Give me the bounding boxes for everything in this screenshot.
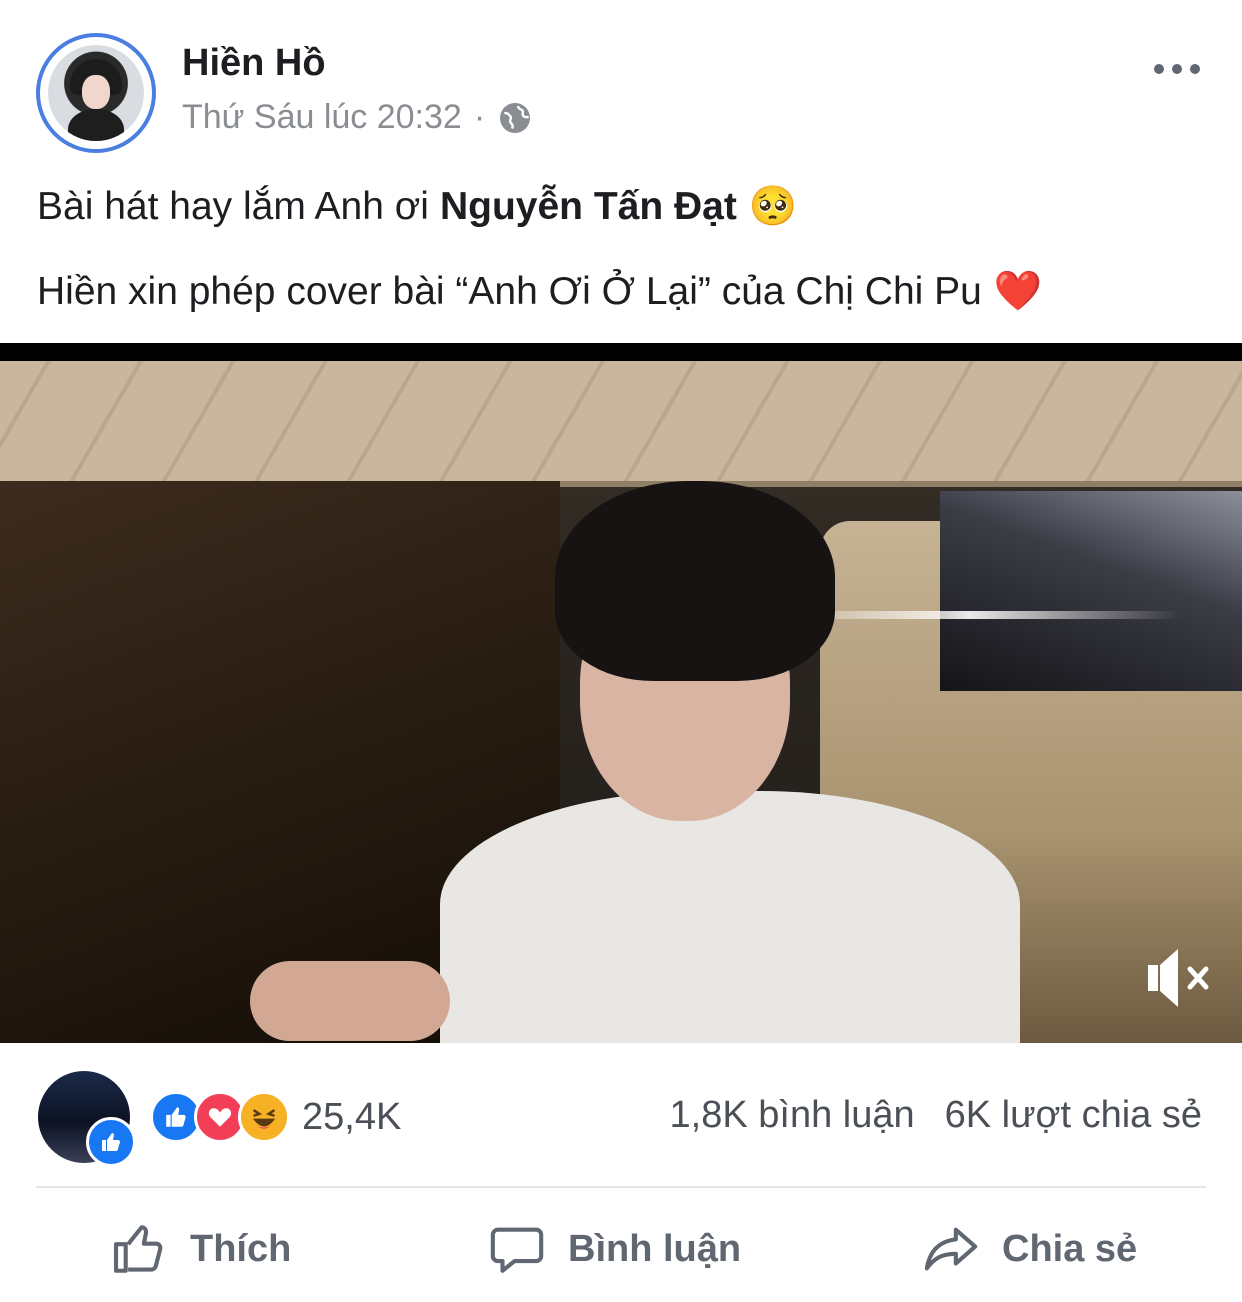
like-badge-icon (86, 1117, 136, 1167)
reaction-icons[interactable] (150, 1091, 290, 1143)
like-button[interactable]: Thích (110, 1214, 291, 1284)
car-headliner (0, 361, 1242, 487)
share-arrow-icon (924, 1227, 978, 1271)
car-window-right (940, 491, 1242, 691)
person-shirt (440, 791, 1020, 1043)
person-hand (250, 961, 450, 1041)
person-hair (555, 481, 835, 681)
avatar-body (68, 109, 124, 141)
reaction-count[interactable]: 25,4K (302, 1096, 401, 1139)
action-bar: Thích Bình luận Chia sẻ (0, 1214, 1242, 1284)
video-frame[interactable] (0, 361, 1242, 1043)
video-player[interactable] (0, 343, 1242, 1043)
divider (36, 1186, 1206, 1188)
comment-bubble-icon (490, 1227, 544, 1273)
comment-count[interactable]: 1,8K bình luận (670, 1094, 915, 1137)
share-label: Chia sẻ (1002, 1227, 1138, 1270)
post-timestamp[interactable]: Thứ Sáu lúc 20:32 (182, 98, 462, 137)
red-heart-emoji: ❤️ (993, 270, 1043, 313)
comment-button[interactable]: Bình luận (488, 1214, 741, 1284)
more-options-icon[interactable] (1154, 58, 1206, 80)
pleading-face-emoji: 🥺 (748, 185, 798, 228)
post-line-2: Hiền xin phép cover bài “Anh Ơi Ở Lại” c… (37, 271, 1042, 313)
post-meta: Thứ Sáu lúc 20:32 · (182, 98, 533, 137)
post-line-1-text: Bài hát hay lắm Anh ơi (37, 185, 429, 228)
reactions-summary[interactable]: 25,4K (38, 1071, 401, 1167)
thumbs-up-icon (113, 1225, 163, 1273)
post-line-1: Bài hát hay lắm Anh ơi Nguyễn Tấn Đạt 🥺 (37, 186, 1042, 228)
haha-reaction-icon (238, 1091, 290, 1143)
meta-separator: · (473, 98, 486, 136)
actor-thumbnail[interactable] (38, 1071, 136, 1167)
author-name[interactable]: Hiền Hồ (182, 42, 326, 85)
avatar-face (82, 75, 110, 109)
share-button[interactable]: Chia sẻ (922, 1214, 1137, 1284)
volume-muted-icon[interactable] (1144, 943, 1214, 1013)
globe-icon (500, 102, 531, 133)
engagement-stats: 1,8K bình luận 6K lượt chia sẻ (670, 1094, 1202, 1137)
post-line-2-text: Hiền xin phép cover bài “Anh Ơi Ở Lại” c… (37, 270, 982, 313)
author-avatar-ring[interactable] (36, 33, 156, 153)
avatar[interactable] (48, 45, 144, 141)
post-body: Bài hát hay lắm Anh ơi Nguyễn Tấn Đạt 🥺 … (37, 186, 1042, 356)
share-count[interactable]: 6K lượt chia sẻ (945, 1094, 1202, 1137)
like-label: Thích (190, 1227, 292, 1270)
comment-label: Bình luận (568, 1227, 742, 1270)
mention-link[interactable]: Nguyễn Tấn Đạt (440, 186, 737, 228)
